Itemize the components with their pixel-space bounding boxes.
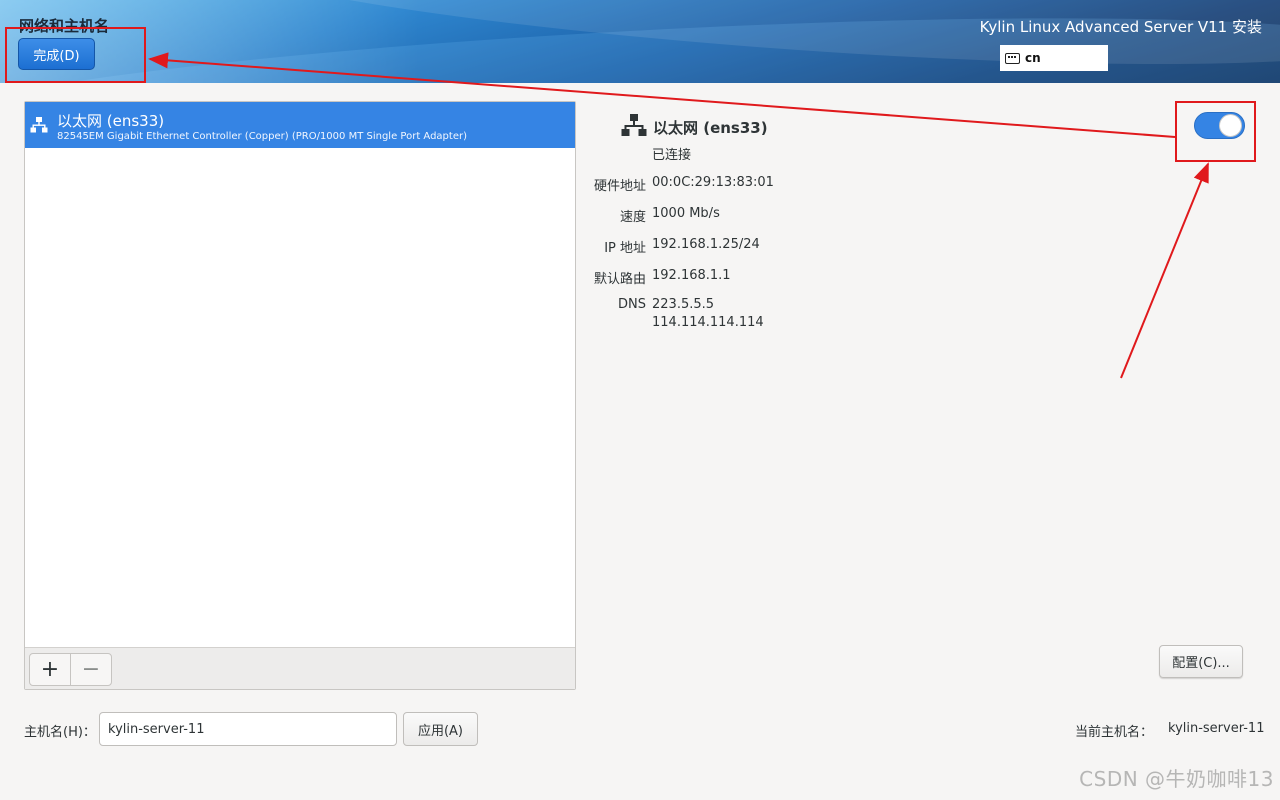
- device-toolbar: + −: [25, 647, 575, 689]
- detail-label: IP 地址: [604, 241, 646, 256]
- device-name: 以太网 (ens33): [57, 112, 165, 130]
- current-hostname-label: 当前主机名：: [1075, 725, 1154, 740]
- watermark: CSDN @牛奶咖啡13: [1079, 767, 1274, 791]
- keyboard-icon: [1005, 52, 1020, 64]
- detail-value: 192.168.1.1: [652, 268, 731, 283]
- detail-label: DNS: [618, 297, 646, 312]
- detail-value: 223.5.5.5: [652, 297, 715, 312]
- network-wired-icon: [30, 117, 48, 133]
- detail-label: 硬件地址: [593, 179, 646, 194]
- hostname-label: 主机名(H)：: [24, 725, 96, 740]
- detail-label: 默认路由: [593, 272, 646, 287]
- remove-device-button[interactable]: −: [70, 653, 112, 686]
- annotation-box-toggle: [1175, 101, 1256, 162]
- installer-title: Kylin Linux Advanced Server V11 安装: [979, 18, 1262, 36]
- current-hostname-value: kylin-server-11: [1168, 721, 1265, 736]
- add-device-button[interactable]: +: [29, 653, 71, 686]
- keyboard-layout-indicator[interactable]: cn: [1000, 45, 1108, 71]
- connection-status: 已连接: [652, 148, 692, 163]
- detail-label: 速度: [619, 210, 646, 225]
- configure-button[interactable]: 配置(C)...: [1159, 645, 1243, 678]
- detail-value: 00:0C:29:13:83:01: [652, 175, 774, 190]
- device-description: 82545EM Gigabit Ethernet Controller (Cop…: [57, 131, 467, 142]
- detail-value: 192.168.1.25/24: [652, 237, 760, 252]
- keyboard-layout-label: cn: [1025, 51, 1041, 65]
- annotation-box-done: [5, 27, 146, 83]
- detail-row-dns: DNS 223.5.5.5 114.114.114.114: [0, 297, 1280, 337]
- detail-value: 114.114.114.114: [652, 315, 764, 330]
- device-list-panel: 以太网 (ens33) 82545EM Gigabit Ethernet Con…: [24, 101, 576, 690]
- detail-value: 1000 Mb/s: [652, 206, 720, 221]
- network-wired-icon: [621, 114, 647, 136]
- device-list-item[interactable]: 以太网 (ens33) 82545EM Gigabit Ethernet Con…: [25, 102, 575, 148]
- apply-hostname-button[interactable]: 应用(A): [403, 712, 478, 746]
- hostname-input[interactable]: [99, 712, 397, 746]
- details-device-name: 以太网 (ens33): [653, 119, 768, 137]
- header-banner: 网络和主机名 完成(D) Kylin Linux Advanced Server…: [0, 0, 1280, 83]
